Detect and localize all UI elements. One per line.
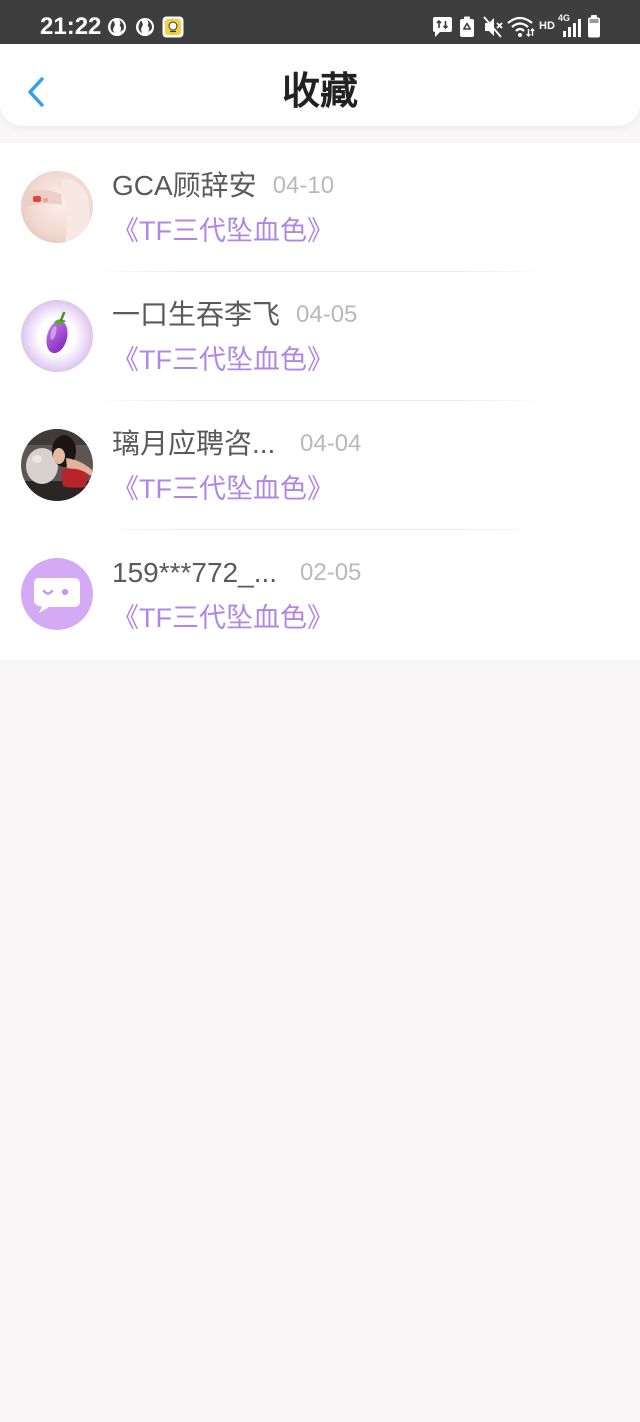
battery-icon <box>588 15 600 38</box>
favorite-date: 04-10 <box>272 172 335 199</box>
favorite-item[interactable]: 一口生吞李飞 04-05 《TF三代坠血色》 <box>0 272 640 401</box>
signal-icon <box>563 19 581 37</box>
favorite-item[interactable]: 159***772_... 02-05 《TF三代坠血色》 <box>0 530 640 659</box>
favorite-work-title: 《TF三代坠血色》 <box>112 603 334 633</box>
avatar[interactable] <box>21 429 93 501</box>
favorite-work-title: 《TF三代坠血色》 <box>112 474 334 504</box>
message-sync-icon <box>433 17 452 37</box>
chat-face-icon <box>21 558 93 630</box>
favorite-date: 04-05 <box>296 301 358 328</box>
favorite-meta: 一口生吞李飞 04-05 <box>112 298 357 332</box>
favorite-item[interactable]: 璃月应聘咨... 04-04 《TF三代坠血色》 <box>0 401 640 530</box>
favorite-author-name: 璃月应聘咨... <box>112 428 276 459</box>
avatar[interactable] <box>21 171 93 243</box>
favorite-meta: 璃月应聘咨... 04-04 <box>112 427 361 461</box>
avatar[interactable] <box>21 300 93 372</box>
favorite-work-title: 《TF三代坠血色》 <box>112 216 334 246</box>
favorite-author-name: GCA顾辞安 <box>112 170 257 201</box>
hd-icon: HD <box>539 20 555 32</box>
favorite-author-name: 一口生吞李飞 <box>112 299 281 330</box>
globe-icon <box>108 18 126 36</box>
favorite-item[interactable]: GCA顾辞安 04-10 《TF三代坠血色》 <box>0 143 640 272</box>
globe-icon <box>136 18 154 36</box>
mute-icon <box>483 16 503 38</box>
eggplant-icon <box>21 300 93 372</box>
favorite-author-name: 159***772_... <box>112 557 278 588</box>
favorite-date: 04-04 <box>300 430 362 457</box>
favorite-date: 02-05 <box>300 559 362 586</box>
wifi-icon <box>507 16 535 38</box>
page-title: 收藏 <box>281 71 358 113</box>
avatar[interactable] <box>21 558 93 630</box>
status-time: 21:22 <box>40 13 102 40</box>
recycle-icon <box>460 16 474 37</box>
favorite-meta: 159***772_... 02-05 <box>112 556 361 590</box>
favorites-list: GCA顾辞安 04-10 《TF三代坠血色》 一口生吞李飞 04-05 《TF三… <box>0 143 640 660</box>
favorite-work-title: 《TF三代坠血色》 <box>112 345 334 375</box>
status-bar: 21:22 HD 4G <box>0 0 640 44</box>
favorite-meta: GCA顾辞安 04-10 <box>112 169 334 203</box>
app-header: 收藏 <box>0 44 640 126</box>
app-notification-icon <box>162 16 184 38</box>
